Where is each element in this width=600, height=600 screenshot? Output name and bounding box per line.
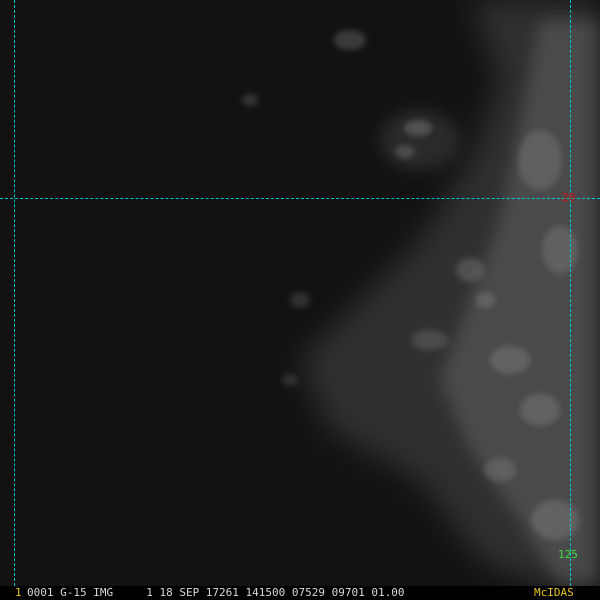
frame-info-text: 0001 G-15 IMG 1 18 SEP 17261 141500 0752… — [27, 586, 405, 599]
longitude-gridline-right — [570, 0, 571, 586]
status-bar: 1 0001 G-15 IMG 1 18 SEP 17261 141500 07… — [0, 586, 600, 600]
latitude-gridline — [0, 198, 600, 199]
longitude-gridline-left — [14, 0, 15, 586]
mcidas-brand: McIDAS — [534, 586, 574, 599]
satellite-imagery — [0, 0, 600, 600]
satellite-image-viewer[interactable]: 20 125 1 0001 G-15 IMG 1 18 SEP 17261 14… — [0, 0, 600, 600]
latitude-label: 20 — [562, 191, 576, 204]
longitude-label: 125 — [558, 548, 578, 561]
frame-number: 1 — [15, 586, 22, 599]
